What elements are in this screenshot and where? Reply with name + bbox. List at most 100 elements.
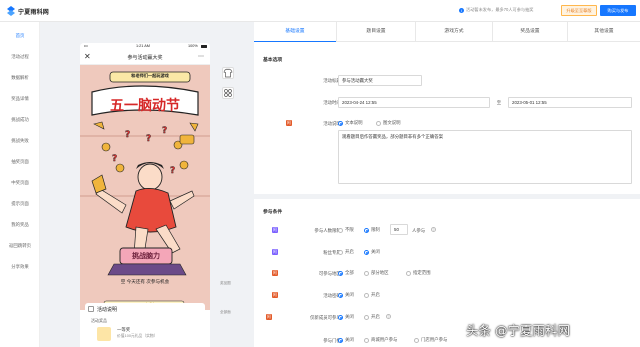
radio-off-icon — [414, 337, 419, 343]
radio-on-icon — [364, 227, 369, 233]
more-icon[interactable]: ⋯ — [198, 53, 204, 60]
region-all[interactable]: 全部 — [338, 270, 354, 276]
threshold-label: 参与门槛: — [323, 338, 342, 343]
svg-text:?: ? — [162, 126, 167, 136]
help-icon[interactable]: ? — [431, 227, 436, 232]
option-label: 关闭 — [345, 314, 354, 319]
publish-notice-text: 活动暂未发布，最多70人可参与抽奖 — [466, 7, 534, 12]
grid-icon — [224, 89, 232, 97]
description-label: 活动说明: — [323, 121, 342, 126]
radio-on-icon — [338, 120, 343, 126]
challenge-button[interactable]: 挑战脑力 — [120, 251, 172, 261]
password-on[interactable]: 开启 — [364, 292, 380, 298]
option-label: 不限 — [345, 227, 354, 232]
participant-limit-input[interactable]: 50 — [390, 224, 408, 235]
phone-nav-bar: ✕ 参与活动赢大奖 ⋯ — [80, 50, 210, 65]
description-badge: 阿 — [286, 120, 292, 126]
region-label: 可参与地区: — [318, 271, 342, 276]
fans-only-off[interactable]: 关闭 — [364, 249, 380, 255]
option-label: 全部 — [345, 270, 354, 275]
poster-top-banner: 和老师们一起玩游戏 — [131, 73, 169, 78]
grid-layout-button[interactable] — [222, 87, 234, 99]
shirt-style-button[interactable] — [222, 67, 234, 79]
radio-off-icon — [376, 120, 381, 126]
option-label: 开启 — [345, 249, 354, 254]
radio-off-icon — [364, 314, 369, 320]
title-input[interactable]: 参与活动赢大奖 — [338, 75, 422, 86]
tab-question-settings[interactable]: 题目设置 — [337, 22, 415, 42]
participant-limit-label: 参与人数限制: — [314, 228, 342, 233]
sidebar-item-prize-detail[interactable]: 奖品详情 — [0, 96, 40, 102]
tab-basic-settings[interactable]: 基础设置 — [254, 22, 336, 42]
option-label: 限制 — [371, 227, 380, 232]
time-range-separator: 至 — [496, 100, 502, 105]
password-off[interactable]: 关闭 — [338, 292, 354, 298]
sidebar-item-win-page[interactable]: 中奖页面 — [0, 180, 40, 186]
radio-off-icon — [406, 270, 411, 276]
sidebar-item-analysis[interactable]: 数据解析 — [0, 75, 40, 81]
phone-page-title: 参与活动赢大奖 — [127, 55, 163, 61]
tab-game-mode[interactable]: 游戏方式 — [416, 22, 492, 42]
tab-other-settings[interactable]: 其他设置 — [568, 22, 640, 42]
tab-prize-settings[interactable]: 奖品设置 — [493, 22, 567, 42]
option-label: 商城用户参与 — [371, 337, 398, 342]
time-label: 活动时间: — [323, 100, 342, 105]
description-icon — [88, 306, 94, 312]
publish-notice: i 活动暂未发布，最多70人可参与抽奖 — [459, 7, 533, 13]
option-label: 部分地区 — [371, 270, 389, 275]
conditions-section-title: 参与条件 — [263, 210, 283, 215]
svg-text:?: ? — [170, 166, 175, 176]
info-icon: i — [459, 7, 464, 13]
brand-logo[interactable]: 宁夏雨科网 — [6, 5, 49, 17]
upgrade-button[interactable]: 升级至至尊版 — [561, 5, 597, 16]
threshold-mall-users[interactable]: 商城用户参与 — [364, 337, 397, 343]
settings-panel: 基础设置 题目设置 游戏方式 奖品设置 其他设置 基本选项 活动标题: 参与活动… — [254, 22, 640, 347]
title-label: 活动标题: — [323, 78, 342, 83]
battery-icon — [201, 44, 207, 48]
description-text-option[interactable]: 文本说明 — [338, 120, 363, 126]
region-range[interactable]: 指定范围 — [406, 270, 431, 276]
sidebar-item-process[interactable]: 活动过程 — [0, 54, 40, 60]
description-textarea[interactable]: 观看题目后作答赢奖品，部分题目非有多个正确答案 — [338, 130, 632, 184]
option-label: 开启 — [371, 314, 380, 319]
region-partial[interactable]: 部分地区 — [364, 270, 389, 276]
threshold-off[interactable]: 关闭 — [338, 337, 354, 343]
prize-section-label: 活动奖品 — [91, 318, 107, 323]
threshold-store-users[interactable]: 门店用户参与 — [414, 337, 447, 343]
activity-poster: ????? 和老师们一起玩游戏 五一脑动节 挑战脑力 空 今天还有 次参与机会 … — [80, 65, 210, 310]
description-header: 活动说明 — [97, 307, 118, 313]
radio-off-icon — [338, 249, 343, 255]
participant-limit-limited[interactable]: 限制 — [364, 227, 380, 233]
participant-limit-unlimited[interactable]: 不限 — [338, 227, 354, 233]
remaining-chances: 空 今天还有 次参与机会 — [120, 279, 170, 284]
end-time-input[interactable]: 2023-05-01 12:55 — [508, 97, 632, 108]
new-member-off[interactable]: 关闭 — [338, 314, 354, 320]
buy-publish-button[interactable]: 购买与发布 — [600, 5, 636, 16]
description-rich-option-label: 图文说明 — [383, 120, 401, 125]
sidebar-item-share[interactable]: 分享效果 — [0, 264, 40, 270]
new-member-label: 仅新成员可参与: — [310, 315, 342, 320]
logo-mark-icon — [7, 6, 15, 16]
fans-only-label: 粉丝专属: — [323, 250, 342, 255]
sidebar-item-draw-page[interactable]: 抽奖页面 — [0, 159, 40, 165]
help-icon[interactable]: ? — [386, 314, 391, 319]
prize-name: 一等奖 — [117, 327, 131, 332]
radio-on-icon — [338, 314, 343, 320]
radio-off-icon — [364, 337, 369, 343]
sidebar-item-tip-page[interactable]: 提示页面 — [0, 201, 40, 207]
basic-section-title: 基本选项 — [263, 58, 283, 63]
option-label: 关闭 — [345, 337, 354, 342]
sidebar-item-challenge-success[interactable]: 挑战成功 — [0, 117, 40, 123]
new-member-on[interactable]: 开启 — [364, 314, 380, 320]
start-time-input[interactable]: 2023-04-24 12:55 — [338, 97, 490, 108]
sidebar-item-home[interactable]: 首页 — [0, 33, 40, 39]
sidebar-item-challenge-fail[interactable]: 挑战失败 — [0, 138, 40, 144]
sidebar-item-my-prizes[interactable]: 我的奖品 — [0, 222, 40, 228]
fans-only-on[interactable]: 开启 — [338, 249, 354, 255]
radio-off-icon — [364, 270, 369, 276]
option-label: 开启 — [371, 292, 380, 297]
description-rich-option[interactable]: 图文说明 — [376, 120, 401, 126]
option-label: 关闭 — [371, 249, 380, 254]
option-label: 门店用户参与 — [421, 337, 448, 342]
sidebar-item-return-page[interactable]: 返回跳转页 — [0, 243, 40, 249]
